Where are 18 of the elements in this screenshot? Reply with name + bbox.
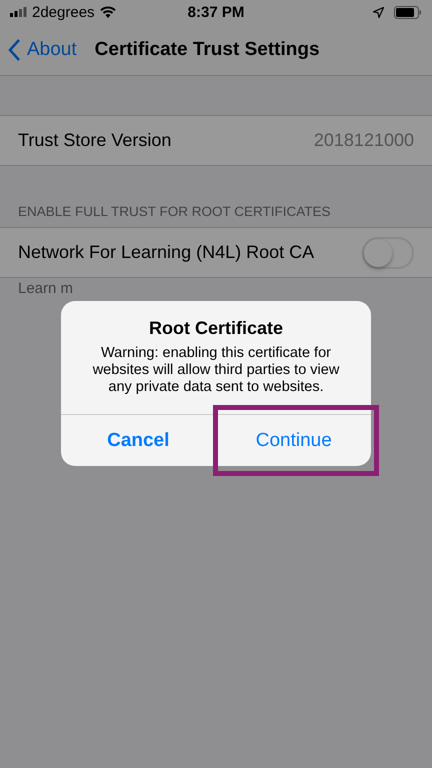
section-header: ENABLE FULL TRUST FOR ROOT CERTIFICATES	[17, 204, 332, 221]
alert-button[interactable]: Continue	[216, 415, 371, 466]
chevron-left-icon	[8, 38, 21, 60]
carrier-name: 2degrees	[32, 4, 95, 20]
section-footer: Learn m	[0, 278, 432, 300]
row-value: 2018121000	[314, 130, 414, 151]
signal-icon	[10, 7, 27, 17]
screen-title: Certificate Trust Settings	[94, 38, 320, 60]
status-time: 8:37 PM	[188, 4, 244, 20]
row-label: Network For Learning (N4L) Root CA	[18, 242, 314, 263]
alert-message: Warning: enabling this certificate for websites will allow third parties to view any private data sent to websites.	[92, 344, 340, 397]
location-arrow-icon	[372, 6, 384, 18]
alert-button[interactable]: Cancel	[61, 415, 216, 466]
back-button[interactable]: About	[8, 38, 77, 60]
wifi-icon	[100, 6, 116, 18]
toggle-switch[interactable]	[362, 236, 414, 268]
row-label: Trust Store Version	[18, 130, 172, 151]
alert-title: Root Certificate	[148, 317, 284, 339]
